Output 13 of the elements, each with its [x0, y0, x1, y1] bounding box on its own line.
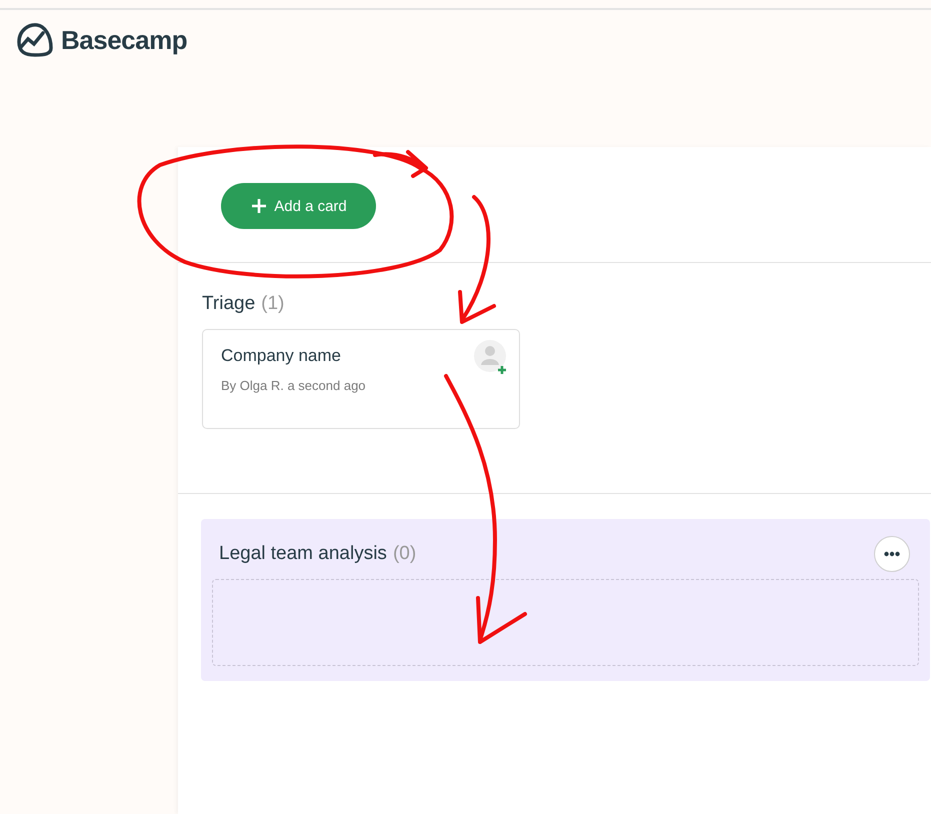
- card-count: (0): [392, 543, 416, 565]
- column-title: Triage: [202, 293, 256, 315]
- logo-icon: [15, 22, 55, 58]
- plus-icon: [250, 197, 268, 215]
- more-icon: [884, 551, 900, 557]
- more-options-button[interactable]: [874, 536, 910, 572]
- logo-text[interactable]: Basecamp: [61, 24, 188, 56]
- card[interactable]: Company name By Olga R. a second ago: [202, 329, 520, 429]
- annotation-arrow: [373, 150, 428, 178]
- column-title: Legal team analysis: [219, 543, 387, 565]
- card-title: Company name: [221, 346, 342, 366]
- card-count: (1): [261, 293, 284, 315]
- card-meta: By Olga R. a second ago: [221, 378, 366, 393]
